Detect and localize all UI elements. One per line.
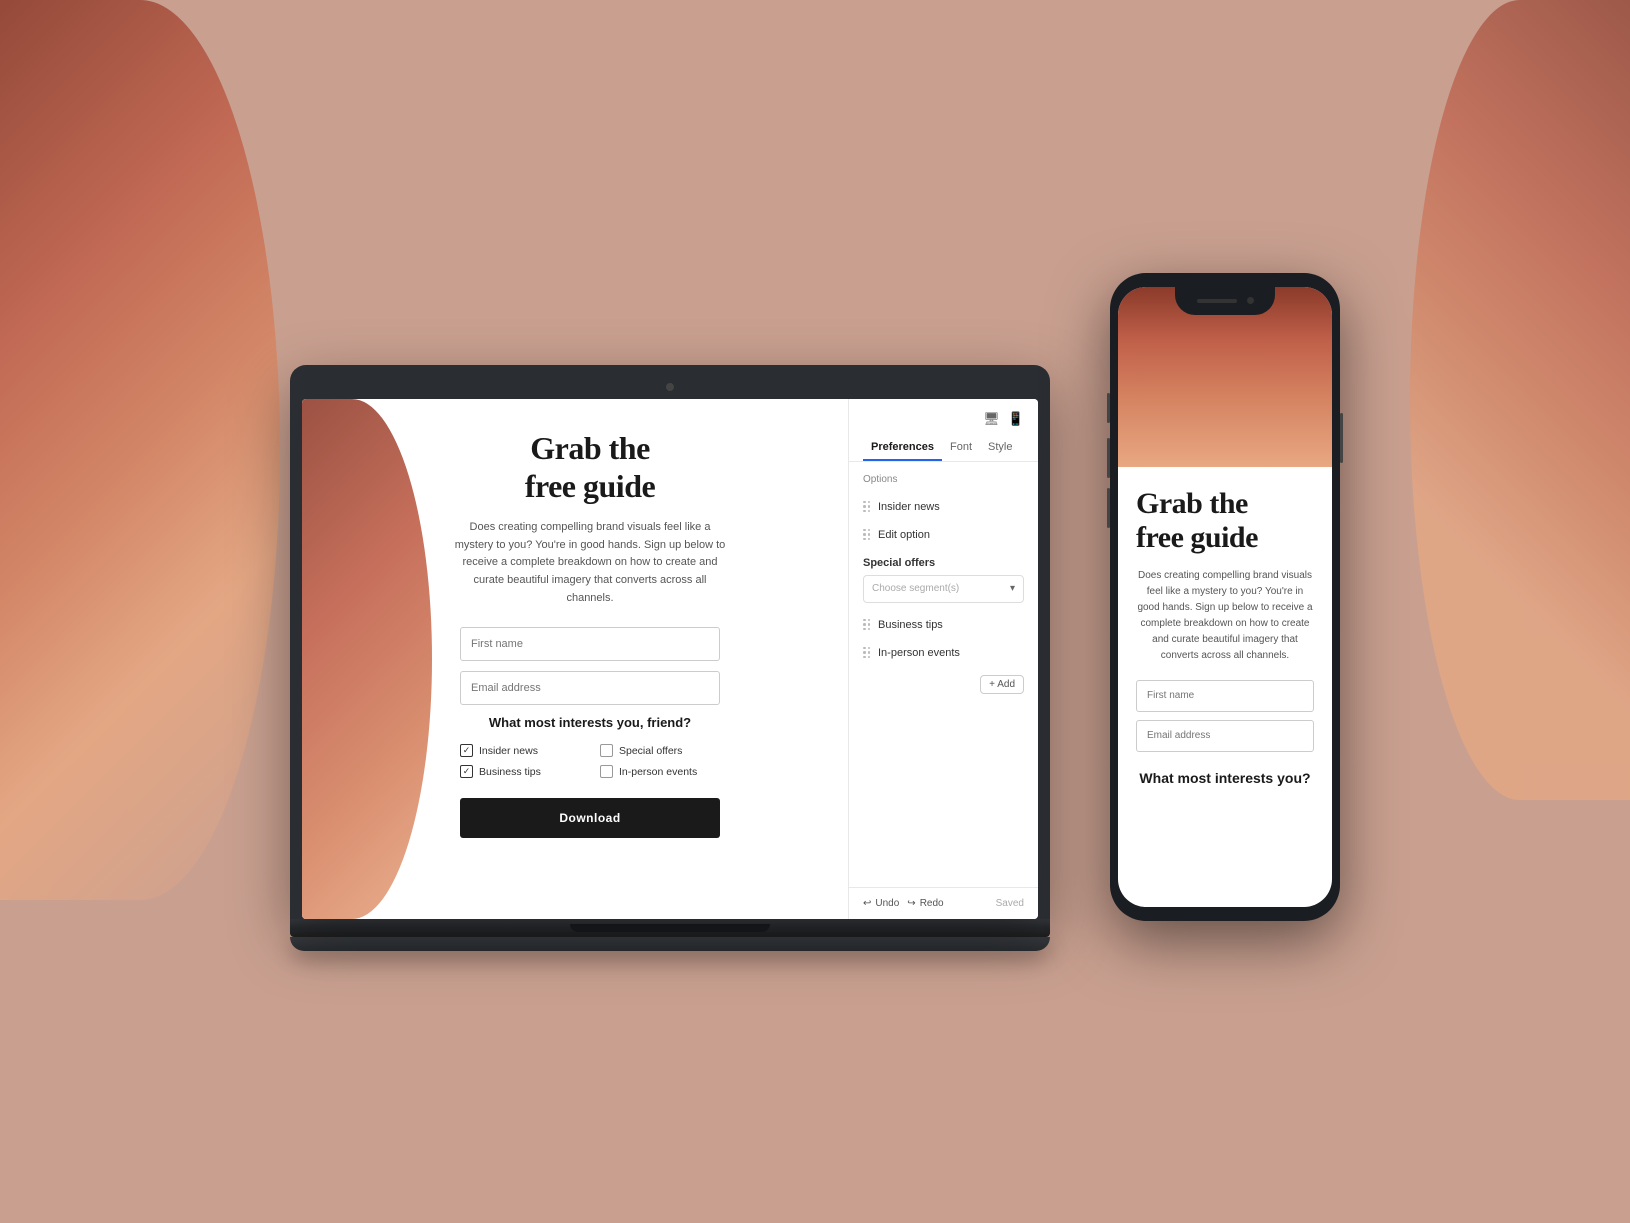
- first-name-input[interactable]: [460, 627, 720, 661]
- device-icons-row: 🖥 📱: [863, 411, 1024, 427]
- laptop-body: Grab the free guide Does creating compel…: [290, 365, 1050, 919]
- option-inperson-events[interactable]: In-person events: [849, 639, 1038, 667]
- form-title: Grab the free guide: [525, 429, 655, 506]
- drag-handle-business: [863, 619, 870, 631]
- desktop-icon[interactable]: 🖥: [983, 411, 1000, 427]
- add-button[interactable]: + Add: [980, 675, 1024, 694]
- check-mark-2: ✓: [463, 766, 471, 777]
- checkbox-insider-news[interactable]: ✓ Insider news: [460, 744, 580, 757]
- phone-mute-button: [1107, 393, 1110, 423]
- laptop-base: [290, 919, 1050, 937]
- option-special-offers: Special offers Choose segment(s) ▾: [849, 549, 1038, 611]
- redo-icon: ↪: [907, 898, 915, 909]
- checkbox-special-offers-label: Special offers: [619, 745, 682, 757]
- drag-handle-edit: [863, 529, 870, 541]
- option-insider-news[interactable]: Insider news: [849, 493, 1038, 521]
- option-business-tips[interactable]: Business tips: [849, 611, 1038, 639]
- add-btn-row: + Add: [849, 667, 1038, 702]
- checkbox-special-offers[interactable]: Special offers: [600, 744, 720, 757]
- options-label: Options: [849, 474, 1038, 493]
- special-offers-label: Special offers: [863, 557, 1024, 569]
- checkbox-business-tips-box[interactable]: ✓: [460, 765, 473, 778]
- phone-wrapper: Grab the free guide Does creating compel…: [1110, 273, 1340, 921]
- checkboxes-grid: ✓ Insider news Special offers ✓: [460, 744, 720, 778]
- checkbox-insider-news-box[interactable]: ✓: [460, 744, 473, 757]
- email-input[interactable]: [460, 671, 720, 705]
- laptop-camera-bar: [302, 377, 1038, 399]
- checkbox-business-tips[interactable]: ✓ Business tips: [460, 765, 580, 778]
- phone-interests-title: What most interests you?: [1136, 770, 1314, 786]
- phone-screen: Grab the free guide Does creating compel…: [1118, 287, 1332, 907]
- phone-body: Grab the free guide Does creating compel…: [1110, 273, 1340, 921]
- download-button[interactable]: Download: [460, 798, 720, 838]
- checkbox-inperson-events[interactable]: In-person events: [600, 765, 720, 778]
- undo-button[interactable]: ↩ Undo: [863, 898, 899, 909]
- interests-title: What most interests you, friend?: [489, 715, 691, 730]
- laptop-camera: [666, 383, 674, 391]
- phone-screen-content: Grab the free guide Does creating compel…: [1118, 467, 1332, 806]
- laptop-hinge: [570, 924, 770, 932]
- settings-body: Options Insider news: [849, 462, 1038, 887]
- phone-volume-up-button: [1107, 438, 1110, 478]
- laptop-form-panel: Grab the free guide Does creating compel…: [302, 399, 848, 919]
- settings-tabs: Preferences Font Style: [863, 435, 1024, 461]
- bg-flower-left: [0, 0, 280, 900]
- drag-handle-insider: [863, 501, 870, 513]
- option-business-tips-label: Business tips: [878, 619, 943, 631]
- tab-preferences[interactable]: Preferences: [863, 435, 942, 461]
- phone-notch: [1175, 287, 1275, 315]
- option-edit-option-label: Edit option: [878, 529, 930, 541]
- mobile-icon[interactable]: 📱: [1008, 411, 1024, 427]
- phone-email-input[interactable]: [1136, 720, 1314, 752]
- phone-first-name-input[interactable]: [1136, 680, 1314, 712]
- drag-handle-inperson: [863, 647, 870, 659]
- option-inperson-events-label: In-person events: [878, 647, 960, 659]
- laptop-screen: Grab the free guide Does creating compel…: [302, 399, 1038, 919]
- option-insider-news-label: Insider news: [878, 501, 940, 513]
- checkbox-insider-news-label: Insider news: [479, 745, 538, 757]
- scene: Grab the free guide Does creating compel…: [290, 273, 1340, 951]
- option-edit-option[interactable]: Edit option: [849, 521, 1038, 549]
- saved-status: Saved: [996, 898, 1024, 909]
- phone-title: Grab the free guide: [1136, 487, 1314, 556]
- bg-flower-right: [1410, 0, 1630, 800]
- check-mark: ✓: [463, 745, 471, 756]
- chevron-down-icon: ▾: [1010, 583, 1015, 594]
- undo-label: Undo: [875, 898, 899, 909]
- laptop-settings-panel: 🖥 📱 Preferences Font Style Options: [848, 399, 1038, 919]
- redo-button[interactable]: ↪ Redo: [907, 898, 943, 909]
- redo-label: Redo: [920, 898, 944, 909]
- phone-volume-down-button: [1107, 488, 1110, 528]
- checkbox-inperson-events-box[interactable]: [600, 765, 613, 778]
- phone-power-button: [1340, 413, 1343, 463]
- form-subtitle: Does creating compelling brand visuals f…: [450, 519, 730, 607]
- laptop-bottom: [290, 937, 1050, 951]
- tab-font[interactable]: Font: [942, 435, 980, 461]
- settings-header: 🖥 📱 Preferences Font Style: [849, 399, 1038, 462]
- tab-style[interactable]: Style: [980, 435, 1020, 461]
- phone-camera-dot: [1247, 297, 1254, 304]
- phone-speaker-grill: [1197, 299, 1237, 303]
- checkbox-business-tips-label: Business tips: [479, 766, 541, 778]
- checkbox-special-offers-box[interactable]: [600, 744, 613, 757]
- phone-subtitle: Does creating compelling brand visuals f…: [1136, 568, 1314, 664]
- checkbox-inperson-events-label: In-person events: [619, 766, 697, 778]
- settings-footer: ↩ Undo ↪ Redo Saved: [849, 887, 1038, 919]
- segment-select[interactable]: Choose segment(s) ▾: [863, 575, 1024, 603]
- laptop-wrapper: Grab the free guide Does creating compel…: [290, 365, 1050, 951]
- undo-icon: ↩: [863, 898, 871, 909]
- segment-placeholder: Choose segment(s): [872, 583, 959, 594]
- laptop-form-content: Grab the free guide Does creating compel…: [302, 399, 848, 859]
